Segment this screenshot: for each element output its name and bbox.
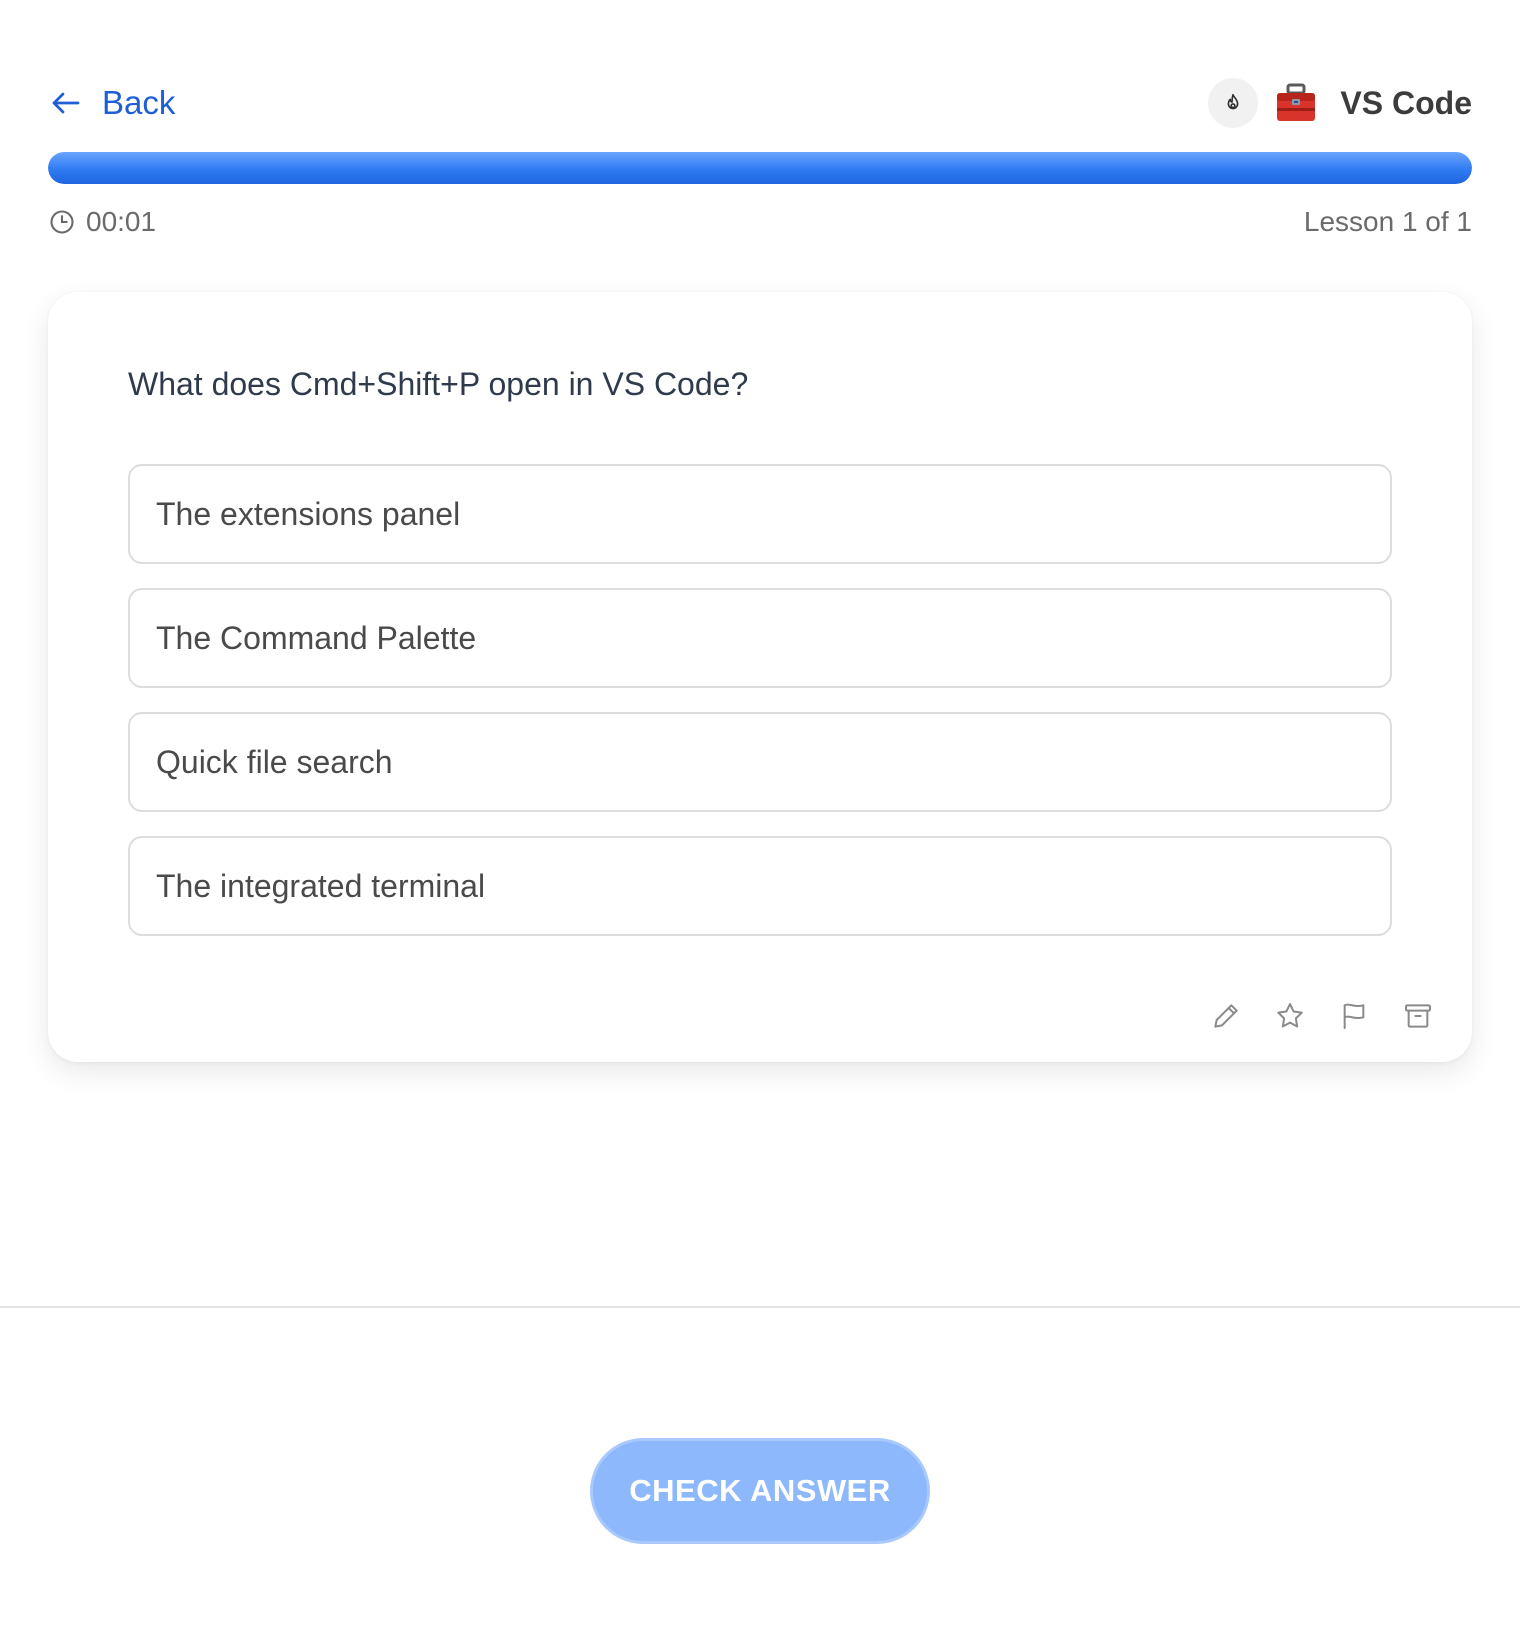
top-bar: Back VS Code: [48, 72, 1472, 134]
clock-icon: [50, 210, 74, 234]
progress-bar: [48, 152, 1472, 184]
answer-option[interactable]: The integrated terminal: [128, 836, 1392, 936]
back-label: Back: [102, 84, 176, 121]
answer-options: The extensions panel The Command Palette…: [128, 464, 1392, 960]
question-card: What does Cmd+Shift+P open in VS Code? T…: [48, 292, 1472, 1062]
lesson-meta: 00:01 Lesson 1 of 1: [48, 206, 1472, 238]
answer-option[interactable]: The extensions panel: [128, 464, 1392, 564]
deck-title: VS Code: [1340, 84, 1472, 121]
edit-button[interactable]: [1210, 1000, 1242, 1032]
timer: 00:01: [48, 206, 156, 238]
pencil-icon: [1214, 1004, 1238, 1028]
toolbox-icon: [1277, 83, 1316, 121]
star-icon: [1277, 1003, 1303, 1028]
flag-icon: [1343, 1003, 1365, 1029]
archive-button[interactable]: [1402, 1000, 1434, 1032]
back-button[interactable]: Back: [48, 84, 175, 122]
arrow-left-icon: [52, 92, 80, 114]
card-actions: [1210, 1000, 1434, 1032]
favorite-button[interactable]: [1274, 1000, 1306, 1032]
footer-divider: [0, 1306, 1520, 1308]
lesson-counter: Lesson 1 of 1: [1303, 206, 1472, 237]
archive-icon: [1405, 1004, 1431, 1028]
check-answer-button[interactable]: CHECK ANSWER: [590, 1438, 930, 1544]
fire-icon: [1228, 93, 1239, 110]
streak-button[interactable]: [1208, 78, 1259, 128]
timer-value: 00:01: [86, 206, 157, 237]
question-text: What does Cmd+Shift+P open in VS Code?: [128, 366, 749, 402]
progress-fill: [48, 152, 1472, 184]
answer-option[interactable]: Quick file search: [128, 712, 1392, 812]
deck-info: VS Code: [1208, 78, 1472, 128]
report-button[interactable]: [1338, 1000, 1370, 1032]
answer-option[interactable]: The Command Palette: [128, 588, 1392, 688]
